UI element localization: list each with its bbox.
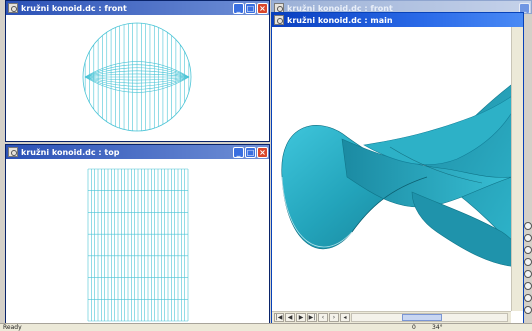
- tool-circle-icon-8[interactable]: [524, 306, 532, 314]
- right-tool-strip: [524, 22, 532, 315]
- top-view-titlebar[interactable]: kružni konoid.dc : top _ □ ×: [6, 145, 269, 159]
- nav-first-button[interactable]: |◀: [274, 313, 284, 322]
- main-view-title: kružni konoid.dc : main: [287, 15, 393, 25]
- status-bar: Ready 0 34°: [0, 323, 532, 331]
- main-vertical-scrollbar[interactable]: [511, 27, 523, 311]
- konoid-3d-surface: [281, 83, 513, 267]
- document-icon: [8, 147, 18, 157]
- tool-circle-icon-7[interactable]: [524, 294, 532, 302]
- tool-circle-icon-6[interactable]: [524, 282, 532, 290]
- nav-next-button[interactable]: ▶: [296, 313, 306, 322]
- front-minimize-button[interactable]: _: [233, 2, 244, 14]
- scroll-thumb[interactable]: [402, 314, 442, 321]
- nav-last-button[interactable]: ▶|: [307, 313, 317, 322]
- top-view-canvas[interactable]: [6, 159, 269, 323]
- front-view-title: kružni konoid.dc : front: [21, 3, 127, 13]
- top-minimize-button[interactable]: _: [233, 146, 244, 158]
- tool-circle-icon-2[interactable]: [524, 234, 532, 242]
- tool-circle-icon-4[interactable]: [524, 258, 532, 266]
- tool-circle-icon-5[interactable]: [524, 270, 532, 278]
- top-view-window[interactable]: kružni konoid.dc : top _ □ ×: [5, 144, 270, 324]
- document-icon: [274, 15, 284, 25]
- nav-step-button[interactable]: ‹: [318, 313, 328, 322]
- top-view-title: kružni konoid.dc : top: [21, 147, 120, 157]
- tool-circle-icon-1[interactable]: [524, 222, 532, 230]
- front-close-button[interactable]: ×: [257, 2, 268, 14]
- main-horizontal-scrollbar[interactable]: |◀ ◀ ▶ ▶| ‹ › ◂: [272, 311, 511, 323]
- nav-prev-button[interactable]: ◀: [285, 313, 295, 322]
- status-ready: Ready: [3, 324, 22, 331]
- main-view-window[interactable]: kružni konoid.dc : main |◀ ◀ ▶ ▶| ‹ › ◂: [271, 12, 524, 324]
- nav-step2-button[interactable]: ›: [329, 313, 339, 322]
- front-view-canvas[interactable]: [6, 15, 269, 141]
- front-view-window[interactable]: kružni konoid.dc : front _ □ ×: [5, 0, 270, 142]
- top-close-button[interactable]: ×: [257, 146, 268, 158]
- nav-scroll-left-button[interactable]: ◂: [340, 313, 350, 322]
- cad-application: kružni konoid.dc : front _ kružni konoid…: [0, 0, 532, 331]
- front-maximize-button[interactable]: □: [245, 2, 256, 14]
- scroll-track[interactable]: [351, 313, 508, 322]
- front-view-titlebar[interactable]: kružni konoid.dc : front _ □ ×: [6, 1, 269, 15]
- status-field-a: 0: [412, 324, 416, 331]
- tool-circle-icon-3[interactable]: [524, 246, 532, 254]
- top-maximize-button[interactable]: □: [245, 146, 256, 158]
- status-field-b: 34°: [432, 324, 443, 331]
- top-wireframe-grid: [87, 168, 189, 322]
- main-3d-canvas[interactable]: [272, 27, 513, 311]
- front-wireframe-circle: [82, 22, 192, 132]
- main-view-titlebar[interactable]: kružni konoid.dc : main: [272, 13, 523, 27]
- document-icon: [8, 3, 18, 13]
